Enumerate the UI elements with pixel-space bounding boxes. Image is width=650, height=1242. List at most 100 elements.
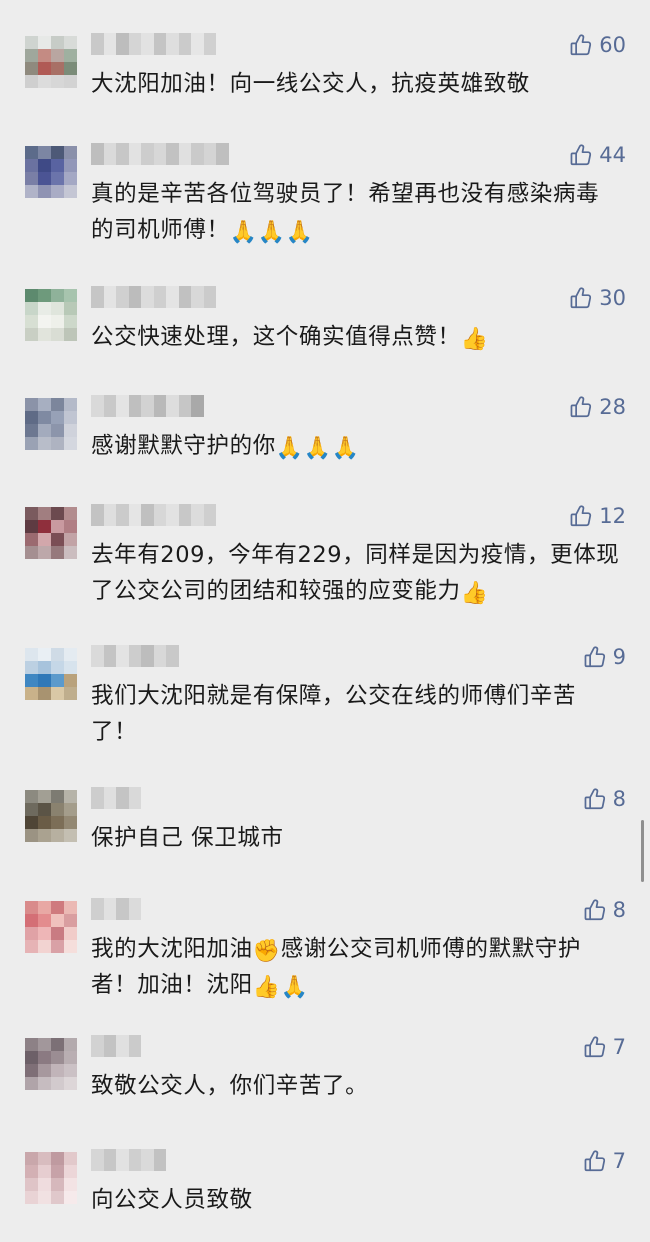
username-pixel [141,504,154,526]
username-pixel [116,395,129,417]
praying-hands-emoji: 🙏 [280,975,309,1000]
avatar[interactable] [25,1038,77,1090]
avatar-pixel [38,901,51,914]
avatar-pixel [38,62,51,75]
like-button[interactable]: 9 [582,642,626,672]
like-button[interactable]: 7 [582,1146,626,1176]
avatar[interactable] [25,648,77,700]
like-button[interactable]: 8 [582,784,626,814]
username-blurred[interactable] [91,504,216,526]
username-blurred[interactable] [91,645,179,667]
avatar-pixel [38,520,51,533]
avatar[interactable] [25,901,77,953]
comment-text: 真的是辛苦各位驾驶员了！希望再也没有感染病毒的司机师傅！🙏🙏🙏 [91,176,621,248]
username-pixel [128,504,141,526]
avatar-pixel [64,1178,77,1191]
username-pixel [128,1035,141,1057]
avatar-pixel [25,1051,38,1064]
avatar-pixel [64,1051,77,1064]
avatar-pixel [25,790,38,803]
comment-text-body: 保护自己 保卫城市 [91,825,284,851]
avatar-pixel [25,159,38,172]
like-button[interactable]: 60 [568,30,626,60]
like-count: 8 [612,787,626,811]
avatar-pixel [64,159,77,172]
username-pixel [128,286,141,308]
thumbs-up-icon [568,503,594,529]
username-pixel [91,286,104,308]
thumbs-up-emoji: 👍 [460,327,489,352]
avatar-pixel [64,172,77,185]
avatar-pixel [64,36,77,49]
username-pixel [141,286,154,308]
username-pixel [91,1035,104,1057]
avatar-pixel [51,1152,64,1165]
avatar-pixel [64,328,77,341]
username-pixel [91,1149,104,1171]
avatar-pixel [38,315,51,328]
username-pixel [116,787,129,809]
username-pixel [128,395,141,417]
username-blurred[interactable] [91,143,229,165]
username-pixel [103,898,116,920]
avatar[interactable] [25,289,77,341]
username-blurred[interactable] [91,1035,141,1057]
scrollbar[interactable] [641,820,644,882]
comment-text-body: 大沈阳加油！向一线公交人，抗疫英雄致敬 [91,71,530,97]
avatar[interactable] [25,146,77,198]
avatar[interactable] [25,507,77,559]
avatar-pixel [51,1165,64,1178]
comment-text: 向公交人员致敬 [91,1182,621,1218]
avatar-pixel [51,49,64,62]
username-pixel [203,286,216,308]
avatar-pixel [38,687,51,700]
like-button[interactable]: 7 [582,1032,626,1062]
like-button[interactable]: 8 [582,895,626,925]
like-count: 12 [599,504,626,528]
avatar-pixel [25,146,38,159]
username-pixel [203,143,216,165]
username-blurred[interactable] [91,286,216,308]
username-pixel [116,286,129,308]
username-blurred[interactable] [91,33,216,55]
avatar-pixel [51,829,64,842]
like-button[interactable]: 28 [568,392,626,422]
username-pixel [128,645,141,667]
avatar-pixel [38,146,51,159]
username-blurred[interactable] [91,787,141,809]
like-count: 8 [612,898,626,922]
username-pixel [116,898,129,920]
comment-text-body: 公交快速处理，这个确实值得点赞！ [91,324,461,350]
avatar[interactable] [25,1152,77,1204]
like-button[interactable]: 12 [568,501,626,531]
like-button[interactable]: 30 [568,283,626,313]
avatar-pixel [25,816,38,829]
avatar-pixel [25,803,38,816]
comment-text-body: 真的是辛苦各位驾驶员了！希望再也没有感染病毒的司机师傅！ [91,181,600,243]
username-pixel [153,1149,166,1171]
username-pixel [103,33,116,55]
username-pixel [141,395,154,417]
avatar-pixel [38,49,51,62]
like-button[interactable]: 44 [568,140,626,170]
avatar-pixel [51,424,64,437]
username-pixel [141,645,154,667]
username-blurred[interactable] [91,898,141,920]
avatar[interactable] [25,790,77,842]
comment-text-body: 致敬公交人，你们辛苦了。 [91,1073,369,1099]
avatar-pixel [25,1077,38,1090]
avatar-pixel [38,507,51,520]
username-pixel [178,143,191,165]
thumbs-up-icon [582,1148,608,1174]
avatar[interactable] [25,36,77,88]
username-blurred[interactable] [91,395,204,417]
username-blurred[interactable] [91,1149,166,1171]
avatar-pixel [64,914,77,927]
username-pixel [141,143,154,165]
avatar-pixel [51,940,64,953]
avatar-pixel [51,1191,64,1204]
avatar-pixel [25,1038,38,1051]
avatar[interactable] [25,398,77,450]
avatar-pixel [25,1165,38,1178]
avatar-pixel [38,36,51,49]
